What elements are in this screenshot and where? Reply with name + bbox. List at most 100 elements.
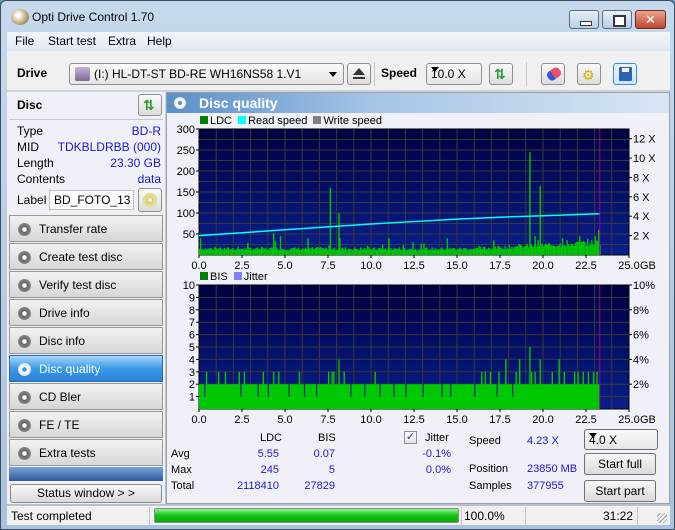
ldc-bar xyxy=(498,246,501,255)
menu-help[interactable]: Help xyxy=(147,34,172,48)
ldc-spike xyxy=(199,238,202,255)
status-window-button[interactable]: Status window > > xyxy=(10,484,162,503)
y2-tick-label: 2% xyxy=(633,379,649,391)
ldc-bar xyxy=(483,246,486,255)
bis-spike xyxy=(298,371,301,385)
nav-item-extra-tests[interactable]: Extra tests xyxy=(9,439,163,466)
ldc-bar xyxy=(263,248,266,255)
y-tick-label: 9 xyxy=(189,292,195,304)
ldc-bar xyxy=(210,248,212,255)
x-tick-label: 5.0 xyxy=(277,260,292,272)
status-text: Test completed xyxy=(11,509,92,523)
ldc-bar xyxy=(408,249,410,255)
nav-item-cd-bler[interactable]: CD Bler xyxy=(9,383,163,410)
erase-button[interactable] xyxy=(541,63,565,85)
nav-label: Create test disc xyxy=(39,250,123,264)
ldc-bar xyxy=(428,250,431,255)
eject-button[interactable] xyxy=(347,63,371,85)
disc-label-button[interactable] xyxy=(138,188,162,212)
drive-select[interactable]: (I:) HL-DT-ST BD-RE WH16NS58 1.V1 xyxy=(69,63,344,85)
ldc-bar xyxy=(229,249,231,255)
eraser-icon xyxy=(545,65,563,83)
y-tick-label: 5 xyxy=(189,342,195,354)
stats-total-label: Total xyxy=(171,480,195,492)
ldc-spike xyxy=(534,236,536,255)
ldc-bar xyxy=(238,248,241,255)
y2-tick-label: 8% xyxy=(633,305,649,317)
ldc-bar xyxy=(520,245,523,255)
nav-item-fe-te[interactable]: FE / TE xyxy=(9,411,163,438)
nav-item-disc-quality[interactable]: Disc quality xyxy=(9,355,163,382)
nav-item-drive-info[interactable]: Drive info xyxy=(9,299,163,326)
ldc-bar xyxy=(525,245,527,255)
ldc-bar xyxy=(379,248,381,255)
ldc-bar xyxy=(585,245,588,255)
y-tick-label: 300 xyxy=(177,124,195,136)
ldc-bar xyxy=(523,246,526,255)
x-tick-label: 12.5 xyxy=(403,260,424,272)
ldc-bar xyxy=(267,249,270,255)
ldc-bar xyxy=(416,250,418,255)
nav-label: CD Bler xyxy=(39,390,82,404)
progress-bar xyxy=(154,508,459,523)
maximize-button[interactable] xyxy=(602,10,632,29)
menu-start-test[interactable]: Start test xyxy=(48,34,96,48)
ldc-bar xyxy=(222,249,224,255)
info-key: Length xyxy=(17,156,54,170)
speed-select[interactable]: 10.0 X xyxy=(426,63,482,85)
ldc-bar xyxy=(335,250,337,255)
ldc-bar xyxy=(240,248,242,255)
ldc-bar xyxy=(437,249,439,255)
nav-item-disc-info[interactable]: Disc info xyxy=(9,327,163,354)
position-value: 23850 MB xyxy=(527,463,578,475)
ldc-bar xyxy=(442,249,444,255)
stats-max-label: Max xyxy=(171,464,192,476)
ldc-spike xyxy=(274,241,277,255)
disc-test-icon xyxy=(18,363,31,376)
bis-gap xyxy=(474,384,476,397)
save-button[interactable] xyxy=(613,63,637,85)
bis-spike xyxy=(272,371,275,385)
nav-item-transfer-rate[interactable]: Transfer rate xyxy=(9,215,163,242)
ldc-bar xyxy=(504,245,506,255)
minimize-button[interactable] xyxy=(569,10,599,29)
progress-percent: 100.0% xyxy=(464,509,505,523)
ldc-bar xyxy=(460,248,462,255)
bis-gap xyxy=(315,384,318,397)
bis-gap xyxy=(267,384,269,397)
disc-refresh-button[interactable]: ⇅ xyxy=(138,94,162,116)
start-part-button[interactable]: Start part xyxy=(584,480,656,502)
menu-extra[interactable]: Extra xyxy=(108,34,136,48)
close-button[interactable]: ✕ xyxy=(635,10,666,29)
ldc-bar xyxy=(234,249,237,255)
resize-grip[interactable] xyxy=(657,513,667,523)
status-divider xyxy=(525,507,526,525)
ldc-bar xyxy=(355,248,358,255)
disc-length-row: Length 23.30 GB xyxy=(17,156,161,172)
ldc-bar xyxy=(289,248,292,255)
ldc-bar xyxy=(295,248,297,255)
nav-item-verify-test-disc[interactable]: Verify test disc xyxy=(9,271,163,298)
bis-spike xyxy=(582,371,584,385)
disc-contents-row: Contents data xyxy=(17,172,161,188)
menu-file[interactable]: File xyxy=(15,34,34,48)
ldc-bar xyxy=(481,249,483,255)
start-full-button[interactable]: Start full xyxy=(584,453,656,475)
nav-item-create-test-disc[interactable]: Create test disc xyxy=(9,243,163,270)
ldc-bar xyxy=(302,248,304,255)
settings-button[interactable]: ⚙ xyxy=(577,63,601,85)
disc-label-input[interactable]: BD_FOTO_13 xyxy=(49,190,134,210)
ldc-bar xyxy=(276,247,278,255)
refresh-speed-button[interactable]: ⇅ xyxy=(489,63,513,85)
test-speed-select[interactable]: 4.0 X xyxy=(584,429,658,450)
disc-info-panel: Disc ⇅ Type BD-R MID TDKBLDRBB (000) Len… xyxy=(9,92,163,212)
info-value: data xyxy=(137,172,161,186)
ldc-bar xyxy=(450,248,453,255)
ldc-bar xyxy=(476,247,479,255)
ldc-bar xyxy=(284,249,286,255)
jitter-checkbox[interactable]: ✓ xyxy=(404,431,417,444)
ldc-bar xyxy=(223,247,226,255)
bis-gap xyxy=(288,384,290,397)
y2-tick-label: 10% xyxy=(633,280,655,292)
info-value: TDKBLDRBB (000) xyxy=(57,140,161,154)
